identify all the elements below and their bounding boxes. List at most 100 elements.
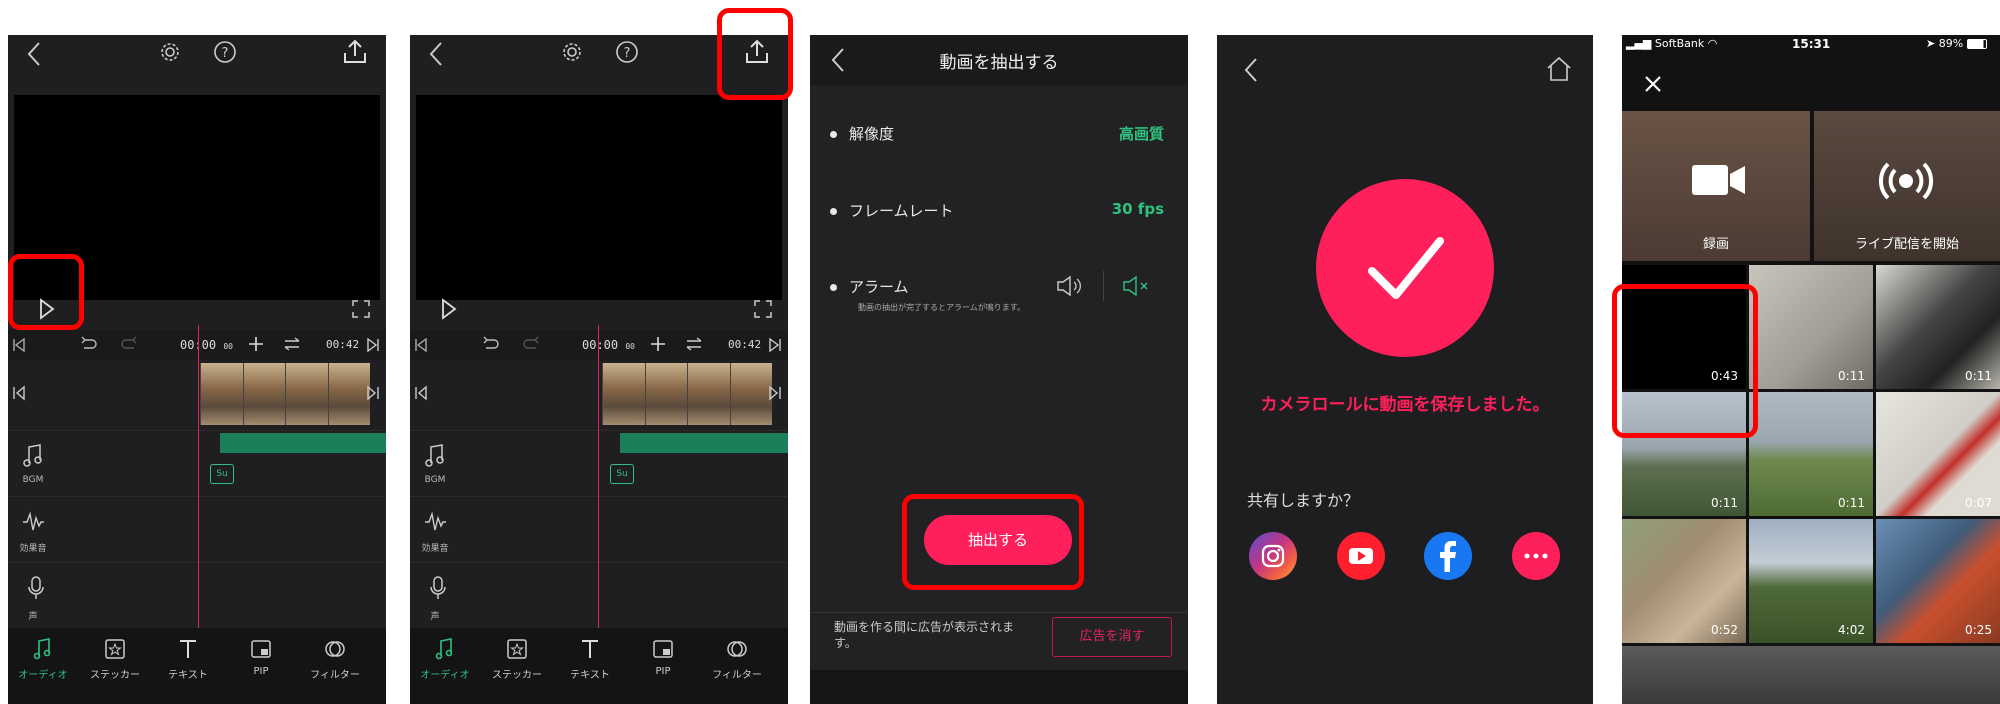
clip-thumbnail bbox=[200, 363, 243, 425]
success-check-icon bbox=[1316, 179, 1494, 357]
broadcast-icon bbox=[1878, 161, 1934, 201]
gear-icon[interactable] bbox=[159, 41, 181, 63]
su-tag[interactable]: Su bbox=[610, 464, 634, 484]
framerate-value[interactable]: 30 fps bbox=[1112, 200, 1164, 218]
skip-start-icon[interactable] bbox=[414, 338, 428, 352]
sound-on-icon[interactable] bbox=[1056, 275, 1086, 297]
fullscreen-icon[interactable] bbox=[754, 300, 772, 318]
clip-thumbnail bbox=[729, 363, 772, 425]
redo-icon[interactable] bbox=[120, 336, 138, 352]
sound-off-icon[interactable] bbox=[1122, 275, 1152, 297]
svg-text:?: ? bbox=[624, 46, 631, 61]
export-icon[interactable] bbox=[341, 38, 369, 66]
nav-filter[interactable]: フィルター bbox=[300, 638, 370, 681]
microphone-icon bbox=[428, 575, 450, 601]
back-icon[interactable] bbox=[26, 41, 42, 67]
video-thumbnail[interactable]: 0:11 bbox=[1876, 265, 2000, 389]
nav-audio[interactable]: オーディオ bbox=[410, 638, 480, 681]
undo-icon[interactable] bbox=[482, 336, 500, 352]
bgm-audio-bar[interactable] bbox=[220, 433, 386, 453]
audio-icon bbox=[435, 638, 453, 660]
play-icon[interactable] bbox=[440, 298, 458, 320]
playhead[interactable] bbox=[198, 325, 199, 628]
youtube-icon[interactable] bbox=[1337, 532, 1385, 580]
nav-label: ステッカー bbox=[90, 670, 140, 681]
current-time-frac: 00 bbox=[223, 342, 233, 351]
video-thumbnail[interactable]: 4:02 bbox=[1749, 519, 1873, 643]
nav-text[interactable]: テキスト bbox=[555, 638, 625, 681]
track-row-sfx: 効果音 bbox=[8, 496, 386, 563]
video-clip-thumbnails[interactable] bbox=[200, 363, 370, 425]
video-thumbnail[interactable]: 0:11 bbox=[1749, 265, 1873, 389]
microphone-icon bbox=[26, 575, 48, 601]
skip-end-icon[interactable] bbox=[366, 338, 380, 352]
duration-label: 4:02 bbox=[1838, 623, 1865, 637]
ad-banner-area bbox=[810, 670, 1188, 704]
highlight-export-button bbox=[717, 8, 793, 100]
nav-filter[interactable]: フィルター bbox=[702, 638, 772, 681]
video-thumbnail[interactable]: 0:11 bbox=[1749, 392, 1873, 516]
nav-text[interactable]: テキスト bbox=[153, 638, 223, 681]
swap-icon[interactable] bbox=[685, 337, 703, 351]
add-icon[interactable] bbox=[248, 336, 264, 352]
bullet-icon bbox=[830, 131, 837, 138]
more-share-icon[interactable] bbox=[1512, 532, 1560, 580]
facebook-icon[interactable] bbox=[1424, 532, 1472, 580]
video-camera-icon bbox=[1692, 163, 1746, 197]
back-icon[interactable] bbox=[428, 41, 444, 67]
alarm-label: アラーム bbox=[849, 278, 909, 296]
duration-label: 0:07 bbox=[1965, 496, 1992, 510]
add-icon[interactable] bbox=[650, 336, 666, 352]
remove-ads-button[interactable]: 広告を消す bbox=[1052, 617, 1172, 657]
live-broadcast-tile[interactable]: ライブ配信を開始 bbox=[1814, 111, 2000, 261]
record-tile[interactable]: 録画 bbox=[1622, 111, 1810, 261]
signal-icon: ▂▄▆ bbox=[1626, 37, 1652, 50]
undo-icon[interactable] bbox=[80, 336, 98, 352]
bgm-audio-bar[interactable] bbox=[620, 433, 788, 453]
su-tag[interactable]: Su bbox=[210, 464, 234, 484]
video-thumbnail[interactable]: 0:52 bbox=[1622, 519, 1746, 643]
share-question: 共有しますか？ bbox=[1247, 491, 1360, 510]
nav-label: オーディオ bbox=[420, 670, 470, 681]
swap-icon[interactable] bbox=[283, 337, 301, 351]
nav-audio[interactable]: オーディオ bbox=[8, 638, 78, 681]
nav-pip[interactable]: PIP bbox=[226, 638, 296, 677]
back-icon[interactable] bbox=[1243, 57, 1259, 83]
framerate-row[interactable]: フレームレート bbox=[830, 200, 954, 221]
close-icon[interactable] bbox=[1644, 75, 1662, 93]
waveform-icon bbox=[424, 511, 450, 533]
instagram-icon[interactable] bbox=[1249, 532, 1297, 580]
more-thumbnails-row bbox=[1622, 646, 2000, 704]
nav-label: フィルター bbox=[712, 670, 762, 681]
resolution-value[interactable]: 高画質 bbox=[1119, 123, 1164, 144]
nav-label: テキスト bbox=[168, 670, 208, 681]
status-battery: ➤ 89% bbox=[1926, 37, 1987, 50]
video-thumbnail[interactable]: 0:25 bbox=[1876, 519, 2000, 643]
svg-text:?: ? bbox=[222, 46, 229, 61]
redo-icon[interactable] bbox=[522, 336, 540, 352]
home-icon[interactable] bbox=[1545, 55, 1573, 83]
end-time: 00:42 bbox=[728, 338, 762, 351]
nav-sticker[interactable]: ステッカー bbox=[80, 638, 150, 681]
bottom-nav: オーディオ ステッカー テキスト PIP フィルター bbox=[8, 628, 386, 704]
skip-end-icon[interactable] bbox=[768, 338, 782, 352]
clip-thumbnail bbox=[242, 363, 285, 425]
help-icon[interactable]: ? bbox=[615, 40, 639, 64]
clip-left-handle-icon[interactable] bbox=[414, 385, 428, 401]
nav-sticker[interactable]: ステッカー bbox=[482, 638, 552, 681]
framerate-label: フレームレート bbox=[849, 202, 954, 220]
help-icon[interactable]: ? bbox=[213, 40, 237, 64]
gear-icon[interactable] bbox=[561, 41, 583, 63]
video-thumbnail[interactable]: 0:07 bbox=[1876, 392, 2000, 516]
status-clock: 15:31 bbox=[1792, 37, 1831, 51]
resolution-row[interactable]: 解像度 bbox=[830, 123, 894, 144]
skip-start-icon[interactable] bbox=[12, 338, 26, 352]
playhead[interactable] bbox=[598, 325, 599, 628]
nav-pip[interactable]: PIP bbox=[628, 638, 698, 677]
text-icon bbox=[180, 640, 196, 658]
clip-left-handle-icon[interactable] bbox=[12, 385, 26, 401]
clip-right-handle-icon[interactable] bbox=[366, 385, 380, 401]
fullscreen-icon[interactable] bbox=[352, 300, 370, 318]
clip-right-handle-icon[interactable] bbox=[768, 385, 782, 401]
video-clip-thumbnails[interactable] bbox=[602, 363, 772, 425]
